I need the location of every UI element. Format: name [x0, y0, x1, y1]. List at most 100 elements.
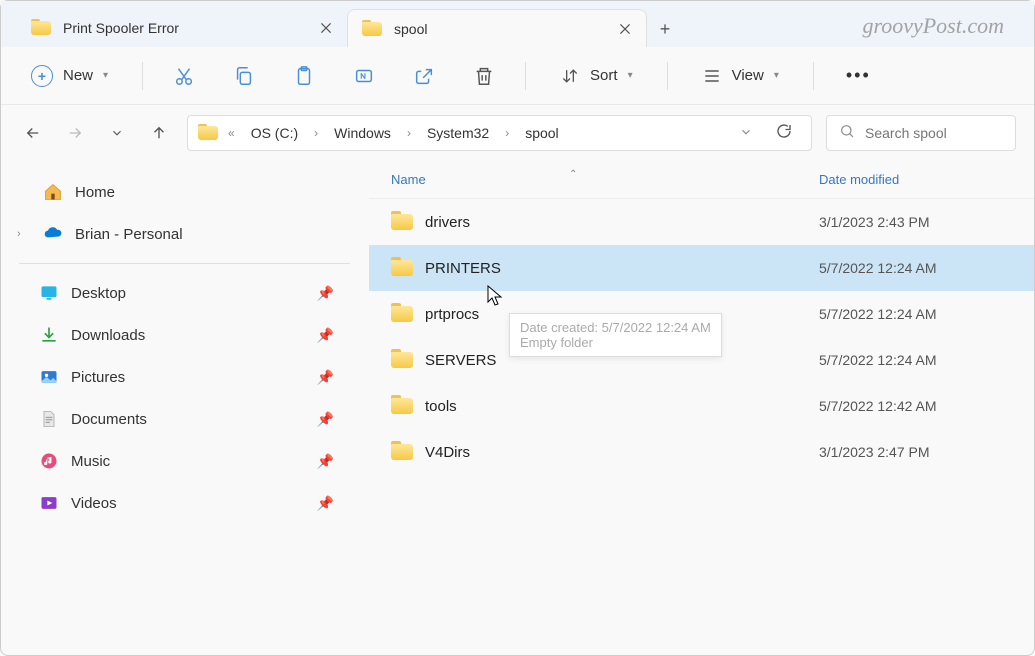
breadcrumb[interactable]: OS (C:)	[245, 121, 304, 145]
pictures-icon	[39, 367, 59, 387]
share-button[interactable]	[405, 57, 443, 95]
main: Home › Brian - Personal Desktop 📌 Downlo…	[1, 161, 1034, 655]
content-area: Name ⌃ Date modified drivers3/1/2023 2:4…	[369, 161, 1034, 655]
forward-button[interactable]	[61, 117, 89, 149]
titlebar: Print Spooler Error spool + groovyPost.c…	[1, 1, 1034, 47]
pin-icon: 📌	[317, 369, 334, 386]
breadcrumb[interactable]: System32	[421, 121, 495, 145]
sidebar: Home › Brian - Personal Desktop 📌 Downlo…	[1, 161, 369, 655]
sidebar-item-documents[interactable]: Documents 📌	[1, 398, 368, 440]
sidebar-item-home[interactable]: Home	[1, 171, 368, 213]
folder-icon	[391, 260, 413, 276]
folder-icon	[391, 398, 413, 414]
column-date[interactable]: Date modified	[809, 172, 1034, 187]
tooltip-line: Date created: 5/7/2022 12:24 AM	[520, 320, 711, 335]
watermark: groovyPost.com	[862, 13, 1004, 39]
column-name[interactable]: Name ⌃	[369, 172, 809, 187]
cursor-icon	[487, 285, 505, 309]
copy-button[interactable]	[225, 57, 263, 95]
file-name: SERVERS	[425, 352, 496, 369]
refresh-button[interactable]	[767, 122, 801, 145]
close-icon[interactable]	[618, 22, 632, 36]
sidebar-item-pictures[interactable]: Pictures 📌	[1, 356, 368, 398]
folder-icon	[391, 214, 413, 230]
pin-icon: 📌	[317, 453, 334, 470]
chevron-right-icon: «	[226, 126, 237, 140]
file-date: 3/1/2023 2:43 PM	[809, 214, 1034, 230]
column-name-label: Name	[391, 172, 426, 187]
paste-button[interactable]	[285, 57, 323, 95]
file-row[interactable]: drivers3/1/2023 2:43 PM	[369, 199, 1034, 245]
folder-icon	[391, 352, 413, 368]
downloads-icon	[39, 325, 59, 345]
column-date-label: Date modified	[819, 172, 899, 187]
onedrive-icon	[43, 224, 63, 244]
plus-icon: +	[31, 65, 53, 87]
up-button[interactable]	[145, 117, 173, 149]
file-row[interactable]: PRINTERS5/7/2022 12:24 AM	[369, 245, 1034, 291]
chevron-right-icon: ›	[312, 126, 320, 140]
address-dropdown[interactable]	[733, 125, 759, 142]
file-date: 3/1/2023 2:47 PM	[809, 444, 1034, 460]
sidebar-item-label: Brian - Personal	[75, 226, 183, 243]
view-icon	[702, 66, 722, 86]
sidebar-item-label: Videos	[71, 495, 117, 512]
recent-dropdown[interactable]	[103, 117, 131, 149]
sort-label: Sort	[590, 67, 618, 84]
separator	[667, 62, 668, 90]
pin-icon: 📌	[317, 411, 334, 428]
sidebar-item-label: Desktop	[71, 285, 126, 302]
search-icon	[839, 123, 855, 144]
view-button[interactable]: View ▾	[690, 60, 791, 92]
sidebar-item-label: Music	[71, 453, 110, 470]
address-bar[interactable]: « OS (C:) › Windows › System32 › spool	[187, 115, 812, 151]
separator	[813, 62, 814, 90]
file-date: 5/7/2022 12:24 AM	[809, 352, 1034, 368]
rename-button[interactable]	[345, 57, 383, 95]
divider	[19, 263, 350, 264]
close-icon[interactable]	[319, 21, 333, 35]
sort-icon	[560, 66, 580, 86]
search-input[interactable]	[865, 125, 1035, 141]
file-name: V4Dirs	[425, 444, 470, 461]
sidebar-item-label: Documents	[71, 411, 147, 428]
address-row: « OS (C:) › Windows › System32 › spool	[1, 105, 1034, 161]
chevron-right-icon: ›	[503, 126, 511, 140]
search-box[interactable]	[826, 115, 1016, 151]
toolbar: + New ▾ Sort ▾ View ▾ •••	[1, 47, 1034, 105]
sidebar-item-personal[interactable]: › Brian - Personal	[1, 213, 368, 255]
folder-icon	[362, 22, 382, 36]
tab-title: Print Spooler Error	[63, 20, 307, 36]
sidebar-item-downloads[interactable]: Downloads 📌	[1, 314, 368, 356]
folder-icon	[198, 126, 218, 140]
file-row[interactable]: V4Dirs 3/1/2023 2:47 PM	[369, 429, 1034, 475]
chevron-right-icon[interactable]: ›	[17, 228, 21, 240]
tab-print-spooler-error[interactable]: Print Spooler Error	[17, 9, 347, 47]
desktop-icon	[39, 283, 59, 303]
column-headers: Name ⌃ Date modified	[369, 161, 1034, 199]
file-date: 5/7/2022 12:24 AM	[809, 306, 1034, 322]
delete-button[interactable]	[465, 57, 503, 95]
chevron-right-icon: ›	[405, 126, 413, 140]
new-button[interactable]: + New ▾	[19, 59, 120, 93]
folder-icon	[391, 444, 413, 460]
file-row[interactable]: tools5/7/2022 12:42 AM	[369, 383, 1034, 429]
breadcrumb[interactable]: spool	[519, 121, 564, 145]
breadcrumb[interactable]: Windows	[328, 121, 397, 145]
sidebar-item-label: Home	[75, 184, 115, 201]
separator	[142, 62, 143, 90]
back-button[interactable]	[19, 117, 47, 149]
sidebar-item-videos[interactable]: Videos 📌	[1, 482, 368, 524]
chevron-down-icon: ▾	[628, 70, 633, 81]
sidebar-item-music[interactable]: Music 📌	[1, 440, 368, 482]
sort-button[interactable]: Sort ▾	[548, 60, 645, 92]
file-date: 5/7/2022 12:42 AM	[809, 398, 1034, 414]
sidebar-item-label: Downloads	[71, 327, 145, 344]
view-label: View	[732, 67, 764, 84]
sidebar-item-desktop[interactable]: Desktop 📌	[1, 272, 368, 314]
new-tab-button[interactable]: +	[647, 11, 683, 47]
music-icon	[39, 451, 59, 471]
cut-button[interactable]	[165, 57, 203, 95]
tab-spool[interactable]: spool	[347, 9, 647, 47]
more-button[interactable]: •••	[836, 59, 881, 92]
